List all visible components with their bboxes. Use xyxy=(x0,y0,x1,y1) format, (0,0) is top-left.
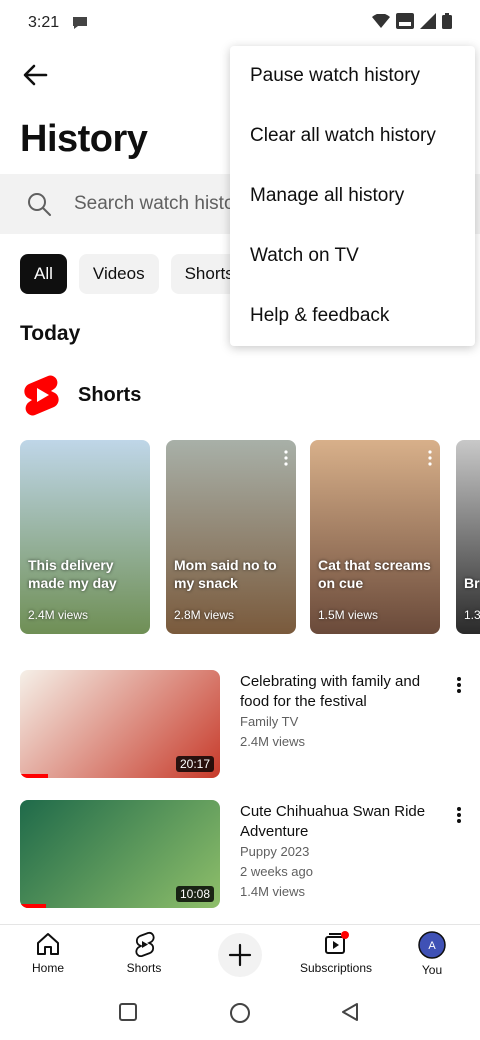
short-views: 1.5M views xyxy=(318,608,379,622)
short-card[interactable]: Mom said no to my snack 2.8M views xyxy=(166,440,296,634)
nav-shorts[interactable]: Shorts xyxy=(96,931,192,975)
menu-item-pause-watch-history[interactable]: Pause watch history xyxy=(230,46,475,106)
nav-label: Shorts xyxy=(126,961,162,975)
status-icons xyxy=(372,13,452,29)
home-circle-icon[interactable] xyxy=(229,1002,251,1024)
video-views: 1.4M views xyxy=(240,884,306,899)
page-title: History xyxy=(20,118,148,160)
video-duration: 10:08 xyxy=(175,886,214,902)
shorts-shelf-header: Shorts xyxy=(22,374,141,416)
short-views: 2.8M views xyxy=(174,608,235,622)
shorts-icon xyxy=(135,931,155,957)
short-views: 2.4M views xyxy=(28,608,89,622)
menu-item-watch-on-tv[interactable]: Watch on TV xyxy=(230,226,475,286)
system-navigation-bar xyxy=(0,986,480,1040)
history-video-item[interactable]: 10:08 Cute Chihuahua Swan Ride Adventure… xyxy=(20,800,480,910)
nav-subscriptions[interactable]: Subscriptions xyxy=(288,931,384,975)
video-duration: 20:17 xyxy=(175,756,214,772)
volte-icon xyxy=(396,13,414,29)
short-card[interactable]: This delivery made my day 2.4M views xyxy=(20,440,150,634)
search-icon xyxy=(28,193,51,216)
overflow-menu: Pause watch history Clear all watch hist… xyxy=(230,46,475,346)
nav-home[interactable]: Home xyxy=(0,931,96,975)
video-title: Cute Chihuahua Swan Ride Adventure xyxy=(240,803,426,840)
bottom-navigation: Home Shorts Subscriptions A You xyxy=(0,924,480,986)
avatar-icon: A xyxy=(418,931,446,959)
battery-icon xyxy=(442,13,452,29)
more-vert-icon[interactable] xyxy=(428,450,432,466)
wifi-icon xyxy=(372,14,390,28)
avatar-letter: A xyxy=(428,940,436,952)
status-time: 3:21 xyxy=(28,14,60,31)
video-date: 2 weeks ago xyxy=(240,864,313,879)
nav-label: Subscriptions xyxy=(299,961,373,975)
shorts-logo-icon xyxy=(24,375,59,416)
video-channel: Family TV xyxy=(240,714,299,729)
nav-label: You xyxy=(421,963,443,977)
video-thumbnail[interactable]: 20:17 xyxy=(20,670,220,778)
video-views: 2.4M views xyxy=(240,734,306,749)
more-vert-icon[interactable] xyxy=(456,676,462,694)
more-vert-icon[interactable] xyxy=(456,806,462,824)
short-title: Mom said no to my snack xyxy=(174,557,277,591)
chip-videos[interactable]: Videos xyxy=(78,254,159,294)
plus-icon xyxy=(228,943,252,967)
recents-icon[interactable] xyxy=(118,1002,138,1022)
back-triangle-icon[interactable] xyxy=(340,1002,360,1022)
chat-notification-icon xyxy=(73,17,87,29)
watch-progress-bar xyxy=(20,774,48,778)
nav-label: Home xyxy=(31,961,64,975)
search-input[interactable] xyxy=(74,190,244,218)
chip-all[interactable]: All xyxy=(20,254,67,294)
signal-icon xyxy=(420,13,436,29)
shorts-label: Shorts xyxy=(78,383,142,406)
short-title: Br Ti xyxy=(464,575,480,591)
menu-item-manage-all-history[interactable]: Manage all history xyxy=(230,166,475,226)
subscriptions-icon xyxy=(325,931,349,954)
nav-you[interactable]: A You xyxy=(384,931,480,977)
watch-progress-bar xyxy=(20,904,46,908)
create-button[interactable] xyxy=(218,933,262,977)
back-arrow-icon[interactable] xyxy=(20,60,50,90)
home-icon xyxy=(37,933,59,955)
menu-item-clear-all-watch-history[interactable]: Clear all watch history xyxy=(230,106,475,166)
short-views: 1.3 xyxy=(464,608,480,622)
short-title: This delivery made my day xyxy=(28,557,117,591)
shorts-row: This delivery made my day 2.4M views Mom… xyxy=(20,440,480,634)
video-thumbnail[interactable]: 10:08 xyxy=(20,800,220,908)
section-title-today: Today xyxy=(20,322,81,345)
video-meta: Cute Chihuahua Swan Ride Adventure Puppy… xyxy=(240,802,440,902)
short-card[interactable]: Cat that screams on cue 1.5M views xyxy=(310,440,440,634)
video-meta: Celebrating with family and food for the… xyxy=(240,672,440,752)
video-channel: Puppy 2023 xyxy=(240,844,310,859)
short-title: Cat that screams on cue xyxy=(318,557,431,591)
short-card[interactable]: Br Ti 1.3 xyxy=(456,440,480,634)
filter-chips: All Videos Shorts xyxy=(20,254,248,294)
menu-item-help-feedback[interactable]: Help & feedback xyxy=(230,286,475,346)
video-title: Celebrating with family and food for the… xyxy=(240,673,421,710)
status-bar: 3:21 xyxy=(0,0,480,46)
history-video-item[interactable]: 20:17 Celebrating with family and food f… xyxy=(20,670,480,780)
more-vert-icon[interactable] xyxy=(284,450,288,466)
